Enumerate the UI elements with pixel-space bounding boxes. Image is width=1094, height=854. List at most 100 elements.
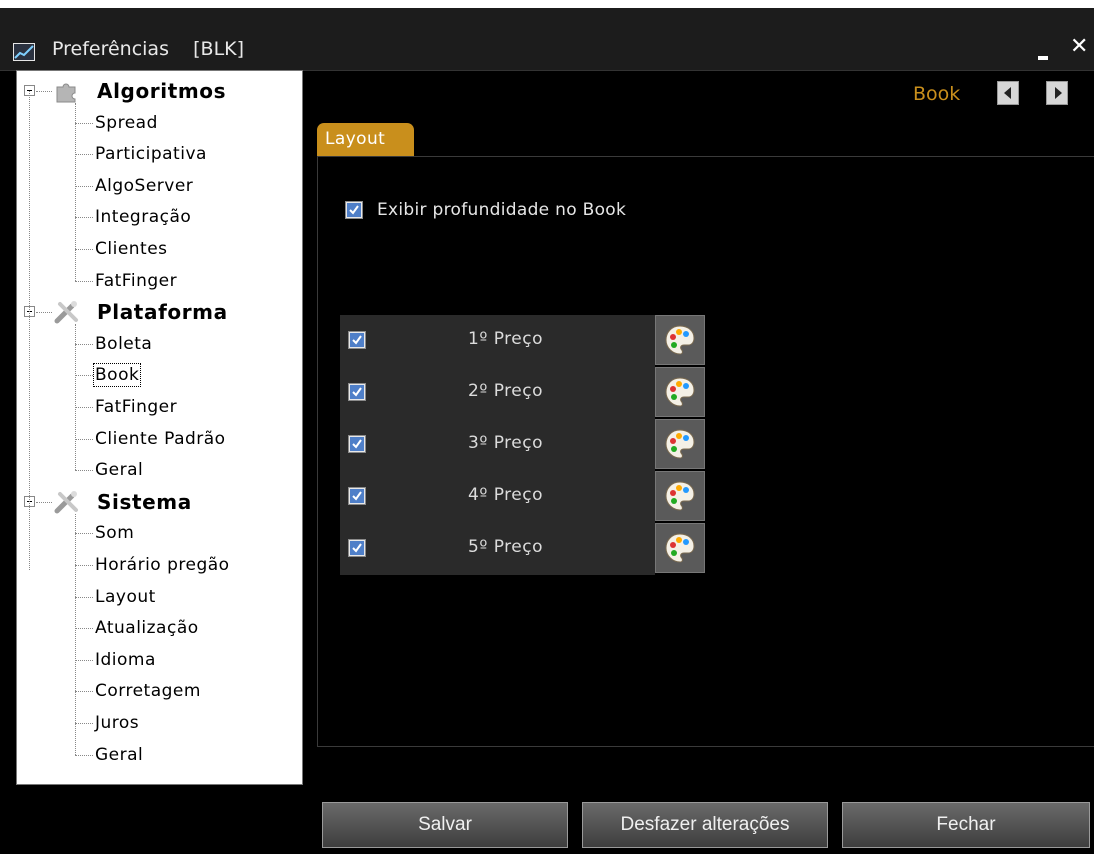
tree-connector <box>36 501 52 503</box>
tree-root-line <box>29 91 30 571</box>
tree-connector <box>75 691 93 693</box>
tab-layout-label: Layout <box>325 129 386 149</box>
minimize-button[interactable] <box>1038 46 1052 62</box>
tree-item-label: Som <box>95 523 135 544</box>
tree-connector <box>36 91 52 92</box>
palette-icon <box>665 533 695 563</box>
tree-item-label: Integração <box>95 207 192 228</box>
tree-group-plataforma[interactable]: Plataforma <box>17 296 302 328</box>
color-picker-button[interactable] <box>655 367 705 417</box>
preferences-window: Preferências [BLK] ✕ Algoritmos Spread Par… <box>0 0 1094 854</box>
price-level-row: 5º Preço <box>340 523 655 576</box>
tree-item-label: Participativa <box>95 144 207 165</box>
tree-connector <box>75 565 93 566</box>
tree-item-fatfinger[interactable]: FatFinger <box>17 391 302 423</box>
show-depth-checkbox[interactable] <box>345 201 363 219</box>
price-level-checkbox[interactable] <box>348 331 366 349</box>
tools-icon <box>54 490 80 514</box>
tree-connector <box>75 438 93 440</box>
price-level-row: 3º Preço <box>340 419 655 472</box>
price-level-checkbox[interactable] <box>348 487 366 505</box>
previous-section-button[interactable] <box>997 81 1019 105</box>
tree-item-integração[interactable]: Integração <box>17 201 302 233</box>
color-picker-button[interactable] <box>655 315 705 365</box>
tree-item-label: Geral <box>95 744 144 765</box>
title-bar[interactable]: Preferências [BLK] ✕ <box>0 8 1094 71</box>
price-level-label: 5º Preço <box>468 537 544 557</box>
tree-connector <box>75 754 93 756</box>
tree-item-juros[interactable]: Juros <box>17 707 302 739</box>
tree-group-label: Plataforma <box>97 300 228 325</box>
tab-layout[interactable]: Layout <box>317 123 414 157</box>
preferences-tree[interactable]: Algoritmos Spread Participativa AlgoServer I… <box>16 70 303 785</box>
tree-guide-line <box>75 513 76 755</box>
close-window-button[interactable]: ✕ <box>1070 34 1088 59</box>
tree-item-clientes[interactable]: Clientes <box>17 233 302 265</box>
price-level-label: 2º Preço <box>468 381 544 401</box>
tree-connector <box>75 659 93 661</box>
color-picker-button[interactable] <box>655 471 705 521</box>
tree-group-label: Sistema <box>97 489 192 514</box>
tree-item-corretagem[interactable]: Corretagem <box>17 675 302 707</box>
app-icon <box>13 43 35 61</box>
tree-item-label: Idioma <box>95 649 156 670</box>
tree-item-layout[interactable]: Layout <box>17 581 302 613</box>
tree-item-label: Juros <box>95 713 140 733</box>
tree-item-label: Cliente Padrão <box>95 428 226 449</box>
minimize-icon <box>1038 56 1048 60</box>
price-level-checkbox[interactable] <box>348 539 366 557</box>
save-button[interactable]: Salvar <box>322 802 568 848</box>
tree-connector <box>75 596 93 598</box>
tree-connector <box>75 343 93 345</box>
tree-item-geral[interactable]: Geral <box>17 454 302 486</box>
tree-item-label: Clientes <box>95 239 168 259</box>
tree-connector <box>75 122 93 124</box>
window-top-border <box>0 0 1094 8</box>
tree-item-label: FatFinger <box>95 270 178 291</box>
tree-item-fatfinger[interactable]: FatFinger <box>17 265 302 297</box>
tree-group-sistema[interactable]: Sistema <box>17 486 302 518</box>
tree-item-idioma[interactable]: Idioma <box>17 644 302 676</box>
tree-item-horário-pregão[interactable]: Horário pregão <box>17 549 302 581</box>
tree-item-spread[interactable]: Spread <box>17 107 302 139</box>
tree-item-participativa[interactable]: Participativa <box>17 138 302 170</box>
tree-item-som[interactable]: Som <box>17 517 302 549</box>
arrow-left-icon <box>1004 87 1011 99</box>
tree-guide-line <box>75 103 76 281</box>
tree-item-boleta[interactable]: Boleta <box>17 328 302 360</box>
color-picker-button[interactable] <box>655 523 705 573</box>
tree-item-label: Atualização <box>95 618 199 639</box>
tree-item-label: Corretagem <box>95 681 201 702</box>
tree-item-label: Geral <box>95 460 144 481</box>
tree-item-book[interactable]: Book <box>17 359 302 391</box>
tree-connector <box>75 723 93 724</box>
color-picker-button[interactable] <box>655 419 705 469</box>
tree-connector <box>75 407 93 408</box>
tree-item-geral[interactable]: Geral <box>17 739 302 771</box>
show-depth-label: Exibir profundidade no Book <box>377 200 627 220</box>
price-level-row: 1º Preço <box>340 315 655 368</box>
tree-item-label: Book <box>92 363 142 388</box>
next-section-button[interactable] <box>1046 81 1068 105</box>
price-level-label: 3º Preço <box>468 433 544 453</box>
price-level-checkbox[interactable] <box>348 383 366 401</box>
tree-connector <box>75 185 93 187</box>
tree-item-label: Boleta <box>95 333 153 354</box>
tree-item-cliente-padrão[interactable]: Cliente Padrão <box>17 423 302 455</box>
tree-item-label: FatFinger <box>95 397 178 417</box>
tree-connector <box>75 217 93 219</box>
puzzle-icon <box>54 79 80 103</box>
tree-group-algoritmos[interactable]: Algoritmos <box>17 75 302 107</box>
tree-connector <box>36 312 52 314</box>
tree-item-label: Layout <box>95 586 156 607</box>
undo-changes-button[interactable]: Desfazer alterações <box>582 802 828 848</box>
tree-item-atualização[interactable]: Atualização <box>17 612 302 644</box>
close-button[interactable]: Fechar <box>842 802 1090 848</box>
price-level-label: 4º Preço <box>468 485 544 505</box>
price-level-checkbox[interactable] <box>348 435 366 453</box>
tree-item-algoserver[interactable]: AlgoServer <box>17 170 302 202</box>
palette-icon <box>665 377 695 407</box>
tree-group-label: Algoritmos <box>97 79 227 103</box>
tools-icon <box>54 300 80 324</box>
section-title: Book <box>913 83 961 105</box>
